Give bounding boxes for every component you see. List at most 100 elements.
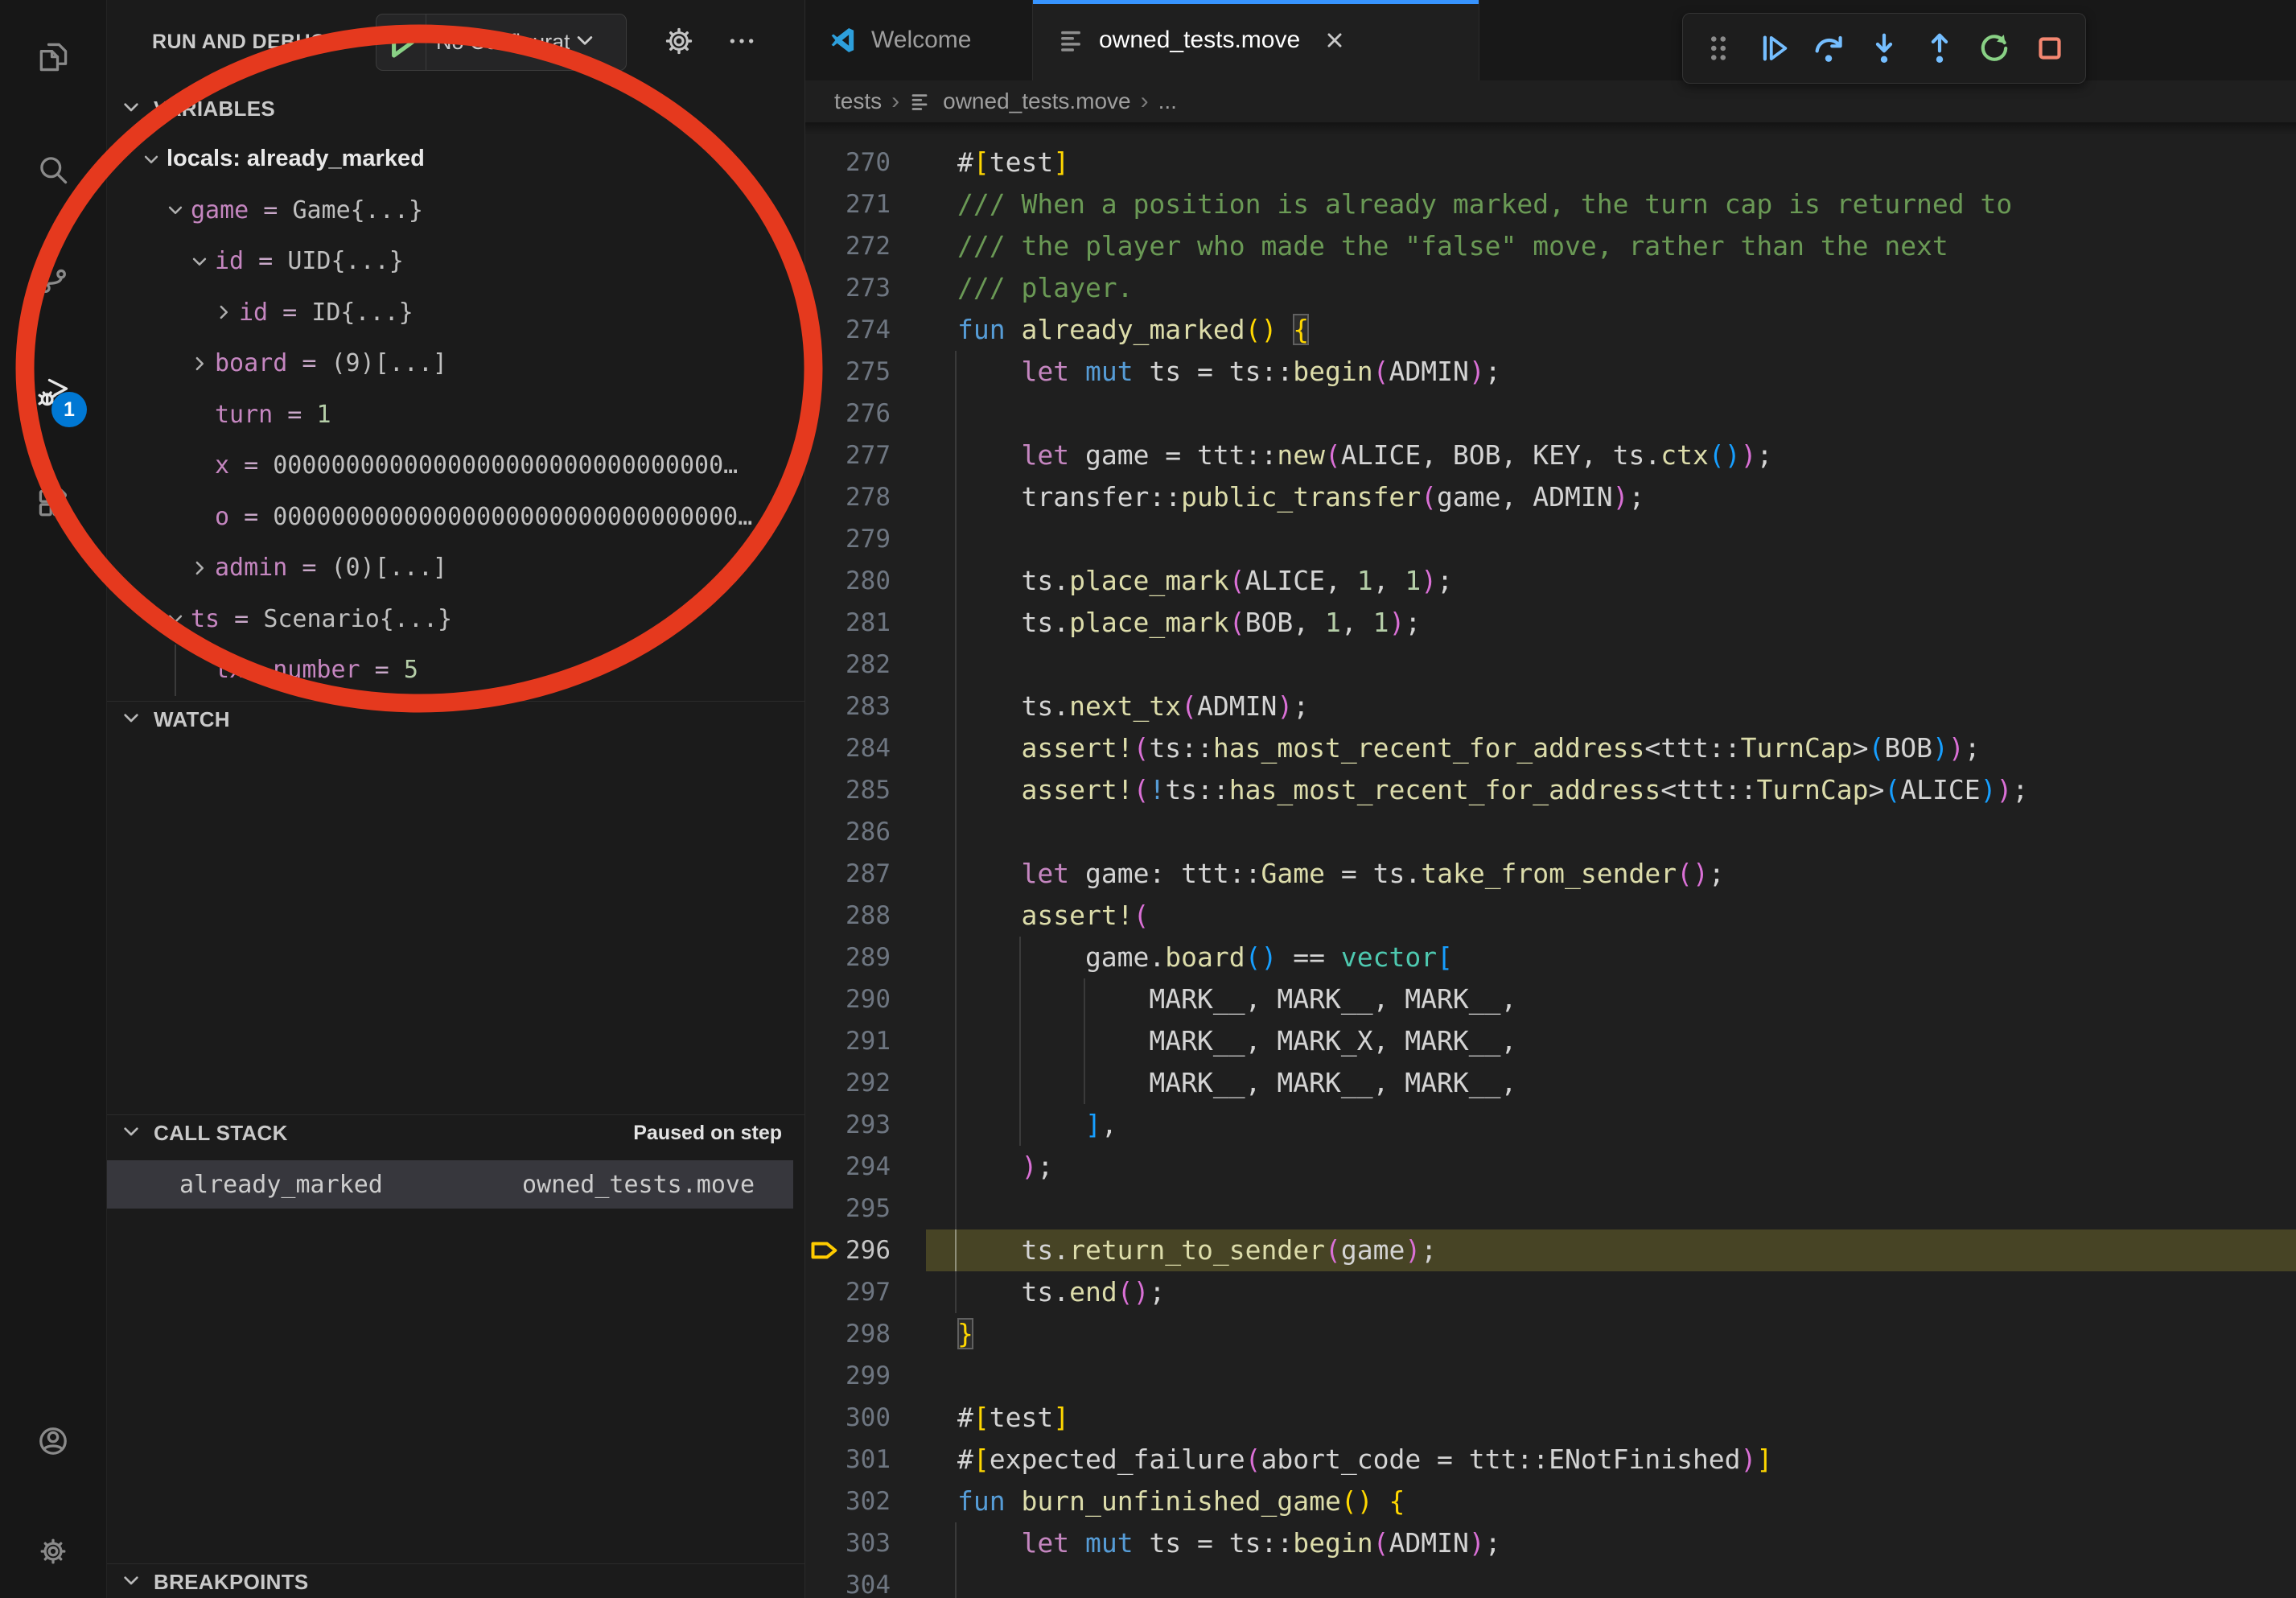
line-gutter[interactable]: 288 — [805, 895, 926, 937]
line-gutter[interactable]: 270 — [805, 142, 926, 183]
line-gutter[interactable]: 271 — [805, 183, 926, 225]
line-gutter[interactable]: 293 — [805, 1104, 926, 1146]
code-line-content[interactable]: assert!(!ts::has_most_recent_for_address… — [926, 769, 2296, 811]
drag-handle-icon[interactable] — [1697, 27, 1739, 69]
line-number[interactable]: 271 — [846, 183, 891, 225]
code-line-content[interactable]: game.board() == vector[ — [926, 937, 2296, 978]
extensions-icon[interactable] — [35, 486, 71, 521]
code-line-content[interactable]: MARK__, MARK__, MARK__, — [926, 1062, 2296, 1104]
search-icon[interactable] — [35, 152, 71, 187]
code-line-content[interactable]: ts.end(); — [926, 1271, 2296, 1313]
code-line-content[interactable]: let game = ttt::new(ALICE, BOB, KEY, ts.… — [926, 435, 2296, 476]
line-number[interactable]: 275 — [846, 351, 891, 393]
line-gutter[interactable]: 280 — [805, 560, 926, 602]
code-line-content[interactable] — [926, 393, 2296, 435]
line-number[interactable]: 300 — [846, 1397, 891, 1439]
line-number[interactable]: 304 — [846, 1564, 891, 1598]
line-number[interactable]: 303 — [846, 1522, 891, 1564]
code-line-content[interactable] — [926, 518, 2296, 560]
line-number[interactable]: 283 — [846, 686, 891, 727]
explorer-icon[interactable] — [35, 39, 71, 75]
variable-row[interactable]: x = 0000000000000000000000000000000… — [107, 440, 804, 492]
line-gutter[interactable]: 282 — [805, 644, 926, 686]
code-line-content[interactable]: ts.place_mark(BOB, 1, 1); — [926, 602, 2296, 644]
source-control-icon[interactable] — [35, 262, 71, 298]
chevron-down-icon[interactable] — [184, 246, 215, 277]
line-gutter[interactable]: 291 — [805, 1020, 926, 1062]
line-gutter[interactable]: 304 — [805, 1564, 926, 1598]
variable-row[interactable]: ts = Scenario{...} — [107, 594, 804, 645]
code-line-content[interactable]: #[test] — [926, 1397, 2296, 1439]
line-gutter[interactable]: 295 — [805, 1188, 926, 1229]
line-number[interactable]: 290 — [846, 978, 891, 1020]
variable-row[interactable]: o = 00000000000000000000000000000000… — [107, 492, 804, 543]
line-number[interactable]: 273 — [846, 267, 891, 309]
line-number[interactable]: 291 — [846, 1020, 891, 1062]
code-line-content[interactable]: MARK__, MARK__, MARK__, — [926, 978, 2296, 1020]
line-number[interactable]: 298 — [846, 1313, 891, 1355]
line-number[interactable]: 284 — [846, 727, 891, 769]
code-line-content[interactable]: /// the player who made the "false" move… — [926, 225, 2296, 267]
code-line-content[interactable]: let mut ts = ts::begin(ADMIN); — [926, 351, 2296, 393]
code-line-content[interactable]: fun already_marked() { — [926, 309, 2296, 351]
line-number[interactable]: 289 — [846, 937, 891, 978]
code-line-content[interactable]: assert!(ts::has_most_recent_for_address<… — [926, 727, 2296, 769]
line-number[interactable]: 282 — [846, 644, 891, 686]
tab-welcome[interactable]: Welcome — [805, 0, 1033, 80]
line-number[interactable]: 294 — [846, 1146, 891, 1188]
line-number[interactable]: 278 — [846, 476, 891, 518]
close-icon[interactable] — [1321, 27, 1348, 54]
line-gutter[interactable]: 296 — [805, 1229, 926, 1271]
step-out-icon[interactable] — [1919, 27, 1961, 69]
line-number[interactable]: 295 — [846, 1188, 891, 1229]
line-gutter[interactable]: 300 — [805, 1397, 926, 1439]
call-stack-frame[interactable]: already_marked owned_tests.move — [107, 1160, 793, 1209]
line-gutter[interactable]: 286 — [805, 811, 926, 853]
line-number[interactable]: 286 — [846, 811, 891, 853]
line-number[interactable]: 276 — [846, 393, 891, 435]
chevron-down-icon[interactable] — [160, 195, 191, 225]
line-gutter[interactable]: 285 — [805, 769, 926, 811]
line-gutter[interactable]: 277 — [805, 435, 926, 476]
chevron-down-icon[interactable] — [160, 603, 191, 634]
variable-row[interactable]: game = Game{...} — [107, 185, 804, 237]
variable-scope-row[interactable]: locals: already_marked — [107, 134, 804, 185]
line-gutter[interactable]: 284 — [805, 727, 926, 769]
line-number[interactable]: 293 — [846, 1104, 891, 1146]
code-line-content[interactable]: ts.next_tx(ADMIN); — [926, 686, 2296, 727]
code-line-content[interactable]: transfer::public_transfer(game, ADMIN); — [926, 476, 2296, 518]
restart-icon[interactable] — [1973, 27, 2015, 69]
more-actions-icon[interactable] — [723, 23, 760, 60]
line-gutter[interactable]: 292 — [805, 1062, 926, 1104]
code-line-content[interactable]: ts.return_to_sender(game); — [926, 1229, 2296, 1271]
line-gutter[interactable]: 289 — [805, 937, 926, 978]
line-number[interactable]: 288 — [846, 895, 891, 937]
breadcrumb-item[interactable]: owned_tests.move — [943, 89, 1130, 114]
continue-icon[interactable] — [1753, 27, 1795, 69]
chevron-right-icon[interactable] — [184, 553, 215, 583]
breadcrumb-item[interactable]: ... — [1158, 89, 1177, 114]
line-gutter[interactable]: 278 — [805, 476, 926, 518]
debug-config-dropdown[interactable]: No Configurations — [376, 14, 627, 71]
tab-owned-tests-move[interactable]: owned_tests.move — [1033, 0, 1479, 80]
variable-row[interactable]: id = UID{...} — [107, 236, 804, 287]
code-line-content[interactable]: let game: ttt::Game = ts.take_from_sende… — [926, 853, 2296, 895]
line-gutter[interactable]: 274 — [805, 309, 926, 351]
code-line-content[interactable] — [926, 811, 2296, 853]
variable-row[interactable]: admin = (0)[...] — [107, 542, 804, 594]
line-gutter[interactable]: 303 — [805, 1522, 926, 1564]
line-number[interactable]: 274 — [846, 309, 891, 351]
code-line-content[interactable]: /// player. — [926, 267, 2296, 309]
chevron-right-icon[interactable] — [208, 297, 239, 327]
line-gutter[interactable]: 275 — [805, 351, 926, 393]
account-icon[interactable] — [35, 1423, 71, 1459]
code-line-content[interactable] — [926, 1564, 2296, 1598]
line-number[interactable]: 285 — [846, 769, 891, 811]
chevron-down-icon[interactable] — [136, 144, 167, 175]
line-number[interactable]: 302 — [846, 1481, 891, 1522]
line-gutter[interactable]: 298 — [805, 1313, 926, 1355]
line-number[interactable]: 277 — [846, 435, 891, 476]
code-line-content[interactable]: #[test] — [926, 142, 2296, 183]
breadcrumb-item[interactable]: tests — [834, 89, 882, 114]
line-number[interactable]: 292 — [846, 1062, 891, 1104]
